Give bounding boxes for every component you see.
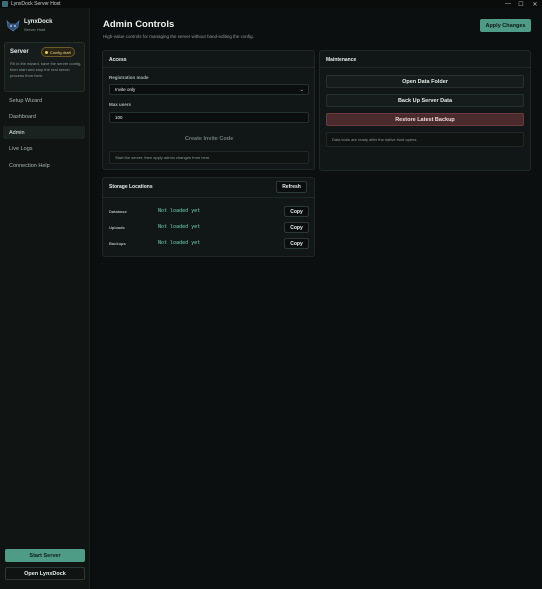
registration-mode-label: Registration mode	[109, 75, 149, 80]
storage-value: Not loaded yet	[158, 240, 201, 246]
status-dot-icon	[45, 50, 48, 54]
storage-key: Backups	[109, 241, 126, 246]
brand-subtitle: Server Host	[24, 27, 46, 32]
sidebar: LynxDock Server Host Server Config draft…	[0, 8, 90, 589]
panel-divider	[103, 197, 314, 198]
storage-value: Not loaded yet	[158, 208, 201, 214]
nav-item-admin[interactable]: Admin	[3, 126, 85, 139]
close-icon[interactable]: ✕	[528, 0, 542, 8]
page-title: Admin Controls	[103, 19, 175, 30]
storage-key: Uploads	[109, 225, 125, 230]
storage-key: Database	[109, 209, 127, 214]
page-subtitle: High-value controls for managing the ser…	[103, 34, 254, 39]
access-title: Access	[109, 57, 127, 63]
storage-row-backups: Backups Not loaded yet Copy	[109, 238, 309, 250]
window-title: LynxDock Server Host	[11, 1, 61, 7]
restore-latest-backup-button[interactable]: Restore Latest Backup	[326, 113, 524, 126]
panel-divider	[103, 67, 314, 68]
max-users-label: Max users	[109, 102, 132, 107]
open-lynxdock-button[interactable]: Open LynxDock	[5, 567, 85, 580]
storage-value: Not loaded yet	[158, 224, 201, 230]
max-users-input[interactable]: 100	[109, 112, 309, 123]
server-description: Fill in the wizard, save the server conf…	[10, 61, 82, 78]
nav-item-dashboard[interactable]: Dashboard	[3, 110, 85, 123]
status-badge: Config draft	[41, 47, 75, 57]
app-icon	[2, 1, 8, 7]
copy-backups-button[interactable]: Copy	[284, 238, 309, 249]
access-panel: Access Registration mode Invite only ⌄ M…	[102, 50, 315, 170]
nav-item-live-logs[interactable]: Live Logs	[3, 142, 85, 155]
copy-database-button[interactable]: Copy	[284, 206, 309, 217]
storage-title: Storage Locations	[109, 184, 153, 190]
refresh-button[interactable]: Refresh	[276, 181, 307, 193]
nav-item-setup-wizard[interactable]: Setup Wizard	[3, 94, 85, 107]
start-server-button[interactable]: Start Server	[5, 549, 85, 562]
maintenance-panel: Maintenance Open Data Folder Back Up Ser…	[319, 50, 531, 171]
copy-uploads-button[interactable]: Copy	[284, 222, 309, 233]
status-badge-text: Config draft	[50, 49, 71, 55]
open-data-folder-button[interactable]: Open Data Folder	[326, 75, 524, 88]
maintenance-title: Maintenance	[326, 57, 357, 63]
chevron-down-icon: ⌄	[299, 87, 304, 93]
panel-divider	[320, 67, 530, 68]
window-titlebar: LynxDock Server Host — ☐ ✕	[0, 0, 542, 8]
registration-mode-select[interactable]: Invite only ⌄	[109, 84, 309, 95]
registration-mode-value: Invite only	[115, 87, 136, 92]
storage-locations-panel: Storage Locations Refresh Database Not l…	[102, 177, 315, 257]
minimize-icon[interactable]: —	[501, 0, 515, 8]
maximize-icon[interactable]: ☐	[514, 0, 528, 8]
main-content: Admin Controls High-value controls for m…	[90, 8, 542, 589]
apply-changes-button[interactable]: Apply Changes	[480, 19, 531, 32]
back-up-server-data-button[interactable]: Back Up Server Data	[326, 94, 524, 107]
storage-row-database: Database Not loaded yet Copy	[109, 206, 309, 218]
nav-item-connection-help[interactable]: Connection Help	[3, 159, 85, 172]
lynx-logo-icon	[6, 20, 20, 32]
create-invite-code-button[interactable]: Create Invite Code	[109, 133, 309, 145]
storage-row-uploads: Uploads Not loaded yet Copy	[109, 222, 309, 234]
server-status-card: Server Config draft Fill in the wizard, …	[4, 42, 85, 92]
brand: LynxDock Server Host	[6, 18, 86, 38]
brand-name: LynxDock	[24, 19, 53, 25]
maintenance-hint: Data tools are ready after the native ho…	[326, 132, 524, 147]
access-hint: Start the server, then apply admin chang…	[109, 151, 309, 164]
server-label: Server	[10, 49, 29, 55]
